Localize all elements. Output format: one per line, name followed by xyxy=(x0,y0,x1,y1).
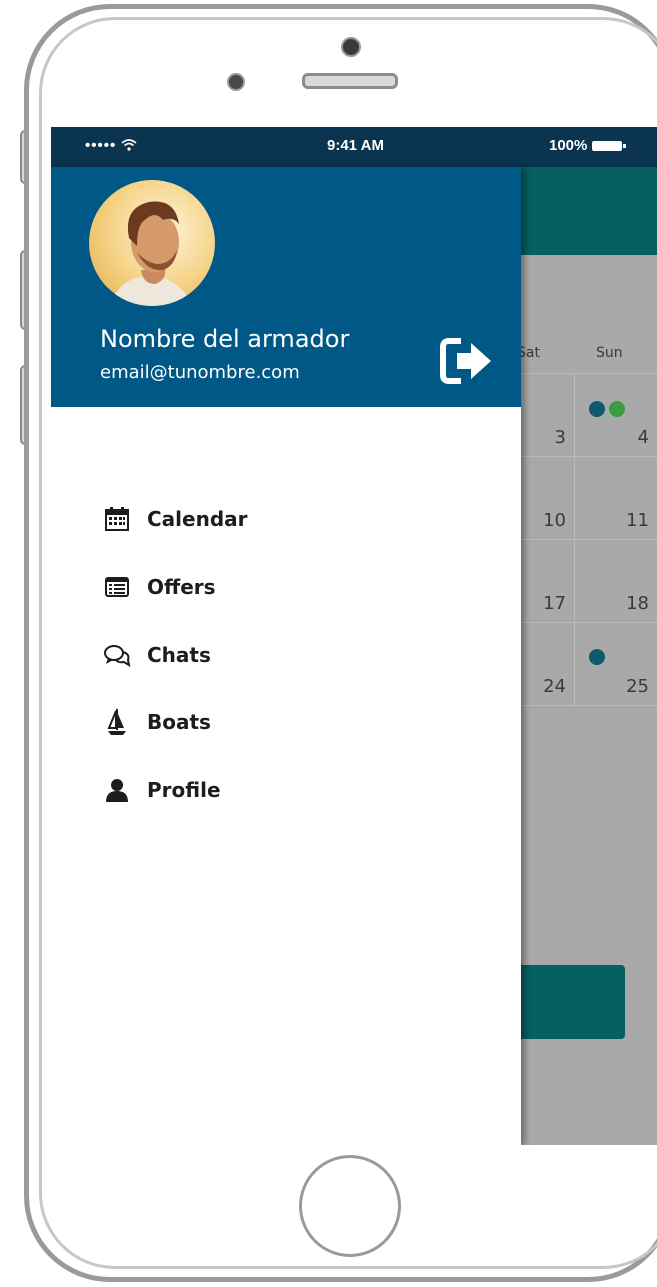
wifi-icon xyxy=(121,139,137,151)
drawer-header: Nombre del armador email@tunombre.com xyxy=(51,167,521,407)
date-label: 18 xyxy=(626,593,649,614)
phone-screen: Sat Sun 3 4 10 11 17 18 24 25 ••••• 9:41… xyxy=(51,127,657,1145)
list-icon xyxy=(103,573,131,601)
front-camera xyxy=(341,37,361,57)
event-dot-blue xyxy=(589,401,605,417)
date-label: 3 xyxy=(554,427,566,448)
battery-indicator: 100% xyxy=(549,137,627,154)
background-action-button[interactable] xyxy=(521,965,625,1039)
earpiece-speaker xyxy=(302,73,398,89)
date-label: 10 xyxy=(543,510,566,531)
day-header-sun: Sun xyxy=(596,345,623,361)
background-app-header xyxy=(521,167,657,255)
background-calendar-view: Sat Sun 3 4 10 11 17 18 24 25 xyxy=(511,167,657,1145)
menu-item-chats[interactable]: Chats xyxy=(103,635,463,675)
menu-label: Boats xyxy=(147,710,211,734)
date-label: 11 xyxy=(626,510,649,531)
menu-label: Offers xyxy=(147,575,216,599)
home-button[interactable] xyxy=(299,1155,401,1257)
calendar-cell-sun[interactable]: 25 xyxy=(574,622,657,706)
date-label: 4 xyxy=(637,427,649,448)
date-label: 25 xyxy=(626,676,649,697)
sailboat-icon xyxy=(103,708,131,736)
chat-bubbles-icon xyxy=(103,641,131,669)
event-dot-green xyxy=(609,401,625,417)
status-bar: ••••• 9:41 AM 100% xyxy=(51,127,657,167)
proximity-sensor xyxy=(227,73,245,91)
logout-button[interactable] xyxy=(439,337,495,385)
menu-label: Chats xyxy=(147,643,211,667)
avatar[interactable] xyxy=(89,180,215,306)
navigation-drawer: Nombre del armador email@tunombre.com Ca… xyxy=(51,167,521,1145)
logout-icon xyxy=(440,338,491,384)
calendar-icon xyxy=(103,505,131,533)
avatar-photo xyxy=(89,180,215,306)
battery-icon xyxy=(592,140,627,151)
menu-item-offers[interactable]: Offers xyxy=(103,567,463,607)
calendar-cell-sun[interactable]: 18 xyxy=(574,539,657,623)
event-dot-blue xyxy=(589,649,605,665)
menu-label: Profile xyxy=(147,778,221,802)
date-label: 17 xyxy=(543,593,566,614)
user-name: Nombre del armador xyxy=(100,325,350,353)
menu-item-profile[interactable]: Profile xyxy=(103,770,463,810)
user-email: email@tunombre.com xyxy=(100,362,300,383)
calendar-cell-sun[interactable]: 11 xyxy=(574,456,657,540)
user-icon xyxy=(103,776,131,804)
signal-indicator: ••••• xyxy=(85,137,137,154)
menu-item-boats[interactable]: Boats xyxy=(103,702,463,742)
signal-dots: ••••• xyxy=(85,137,122,154)
status-time: 9:41 AM xyxy=(327,137,384,154)
date-label: 24 xyxy=(543,676,566,697)
menu-item-calendar[interactable]: Calendar xyxy=(103,499,463,539)
battery-percent: 100% xyxy=(549,137,588,154)
menu-label: Calendar xyxy=(147,507,248,531)
